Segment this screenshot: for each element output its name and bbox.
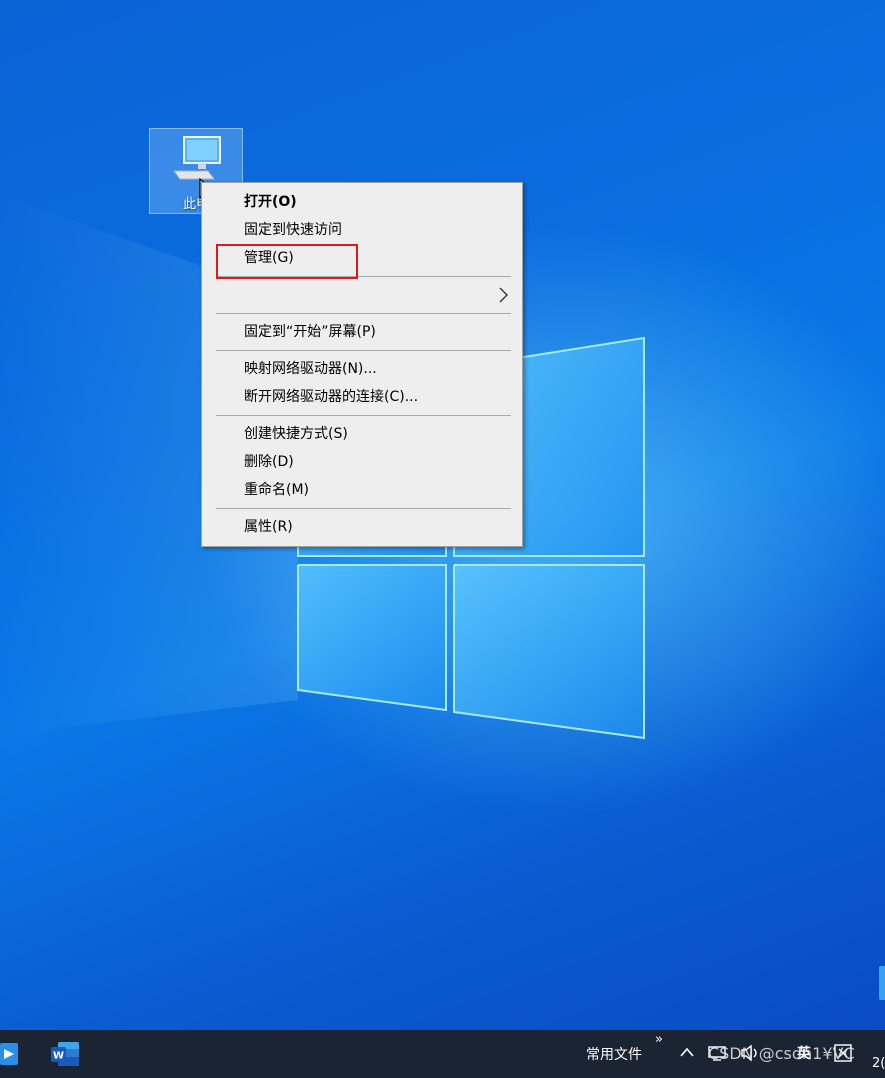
- taskbar-folder-label[interactable]: 常用文件: [586, 1044, 642, 1064]
- watermark-text: CSDN @csdn1¥VC: [708, 1044, 855, 1063]
- menu-separator: [216, 508, 511, 509]
- menu-separator: [216, 415, 511, 416]
- menu-separator: [216, 350, 511, 351]
- menu-separator: [216, 313, 511, 314]
- menu-item-disconnect-network-drive[interactable]: 断开网络驱动器的连接(C)...: [202, 383, 522, 411]
- menu-item-properties[interactable]: 属性(R): [202, 513, 522, 541]
- menu-item-map-network-drive[interactable]: 映射网络驱动器(N)...: [202, 355, 522, 383]
- menu-item-rename[interactable]: 重命名(M): [202, 476, 522, 504]
- computer-icon: [173, 136, 221, 180]
- menu-item-label: 打开(O): [244, 194, 297, 210]
- menu-item-label: 固定到快速访问: [244, 222, 342, 238]
- annotation-highlight-manage: [216, 244, 358, 279]
- svg-text:W: W: [53, 1051, 64, 1062]
- menu-item-label: 映射网络驱动器(N)...: [244, 361, 377, 377]
- taskbar-app-icon[interactable]: [0, 1041, 20, 1067]
- menu-item-create-shortcut[interactable]: 创建快捷方式(S): [202, 420, 522, 448]
- taskbar-clock[interactable]: 2(: [872, 1056, 885, 1071]
- menu-item-pin-start[interactable]: 固定到“开始”屏幕(P): [202, 318, 522, 346]
- menu-item-pin-quick-access[interactable]: 固定到快速访问: [202, 216, 522, 244]
- chevron-right-icon: [499, 287, 508, 303]
- menu-item-submenu[interactable]: [202, 281, 522, 309]
- menu-item-label: 删除(D): [244, 454, 294, 470]
- toolbar-overflow-icon[interactable]: »: [655, 1032, 663, 1047]
- menu-item-label: 属性(R): [244, 519, 293, 535]
- menu-item-label: 固定到“开始”屏幕(P): [244, 324, 376, 340]
- menu-item-delete[interactable]: 删除(D): [202, 448, 522, 476]
- word-icon[interactable]: W: [50, 1040, 80, 1068]
- menu-item-label: 断开网络驱动器的连接(C)...: [244, 389, 419, 405]
- menu-item-open[interactable]: 打开(O): [202, 188, 522, 216]
- menu-item-label: 重命名(M): [244, 482, 310, 498]
- chevron-up-icon[interactable]: [679, 1046, 695, 1058]
- context-menu: 打开(O) 固定到快速访问 管理(G) 固定到“开始”屏幕(P) 映射网络驱动器…: [201, 182, 523, 547]
- desktop-edge-element: [879, 966, 885, 1000]
- menu-item-label: 创建快捷方式(S): [244, 426, 348, 442]
